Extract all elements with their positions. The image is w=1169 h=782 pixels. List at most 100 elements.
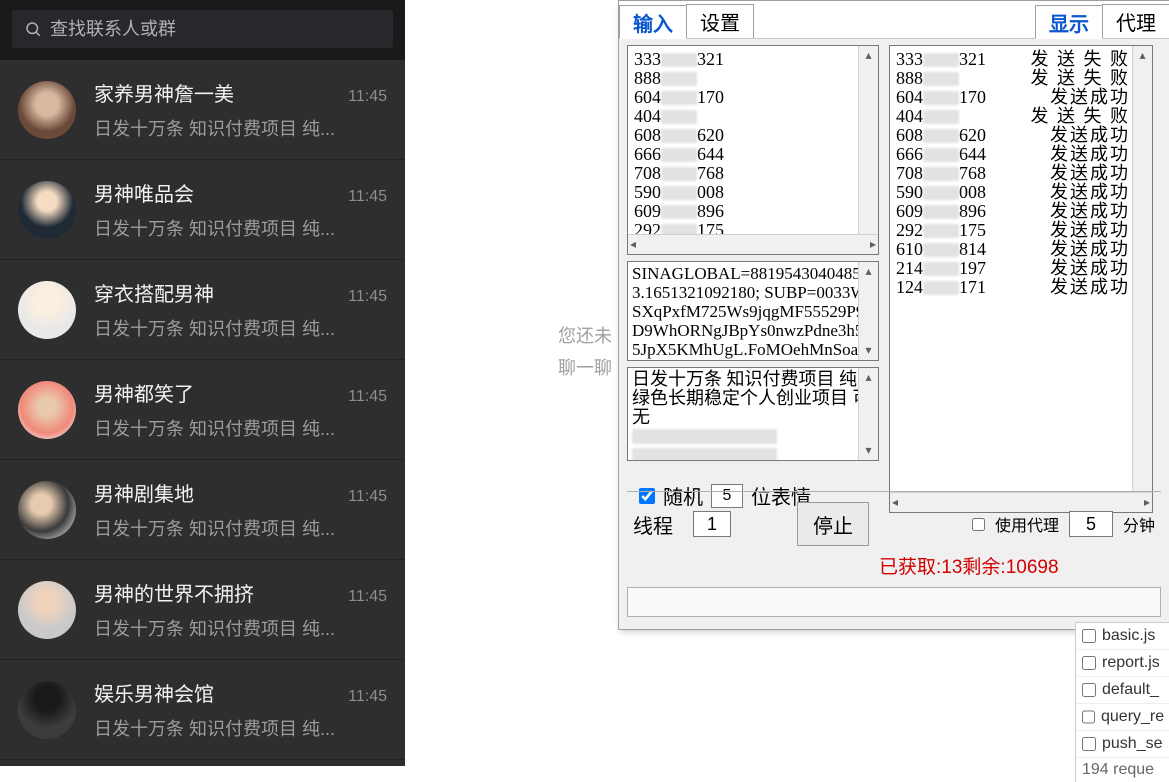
file-checkbox[interactable] [1082, 683, 1096, 697]
cookie-panel[interactable]: SINAGLOBAL=8819543040485.03.165132109218… [627, 261, 879, 361]
stop-button[interactable]: 停止 [797, 502, 869, 546]
use-proxy-checkbox[interactable] [972, 518, 985, 531]
id-line: 604170 [634, 88, 872, 107]
result-line: 604170发送成功!! [896, 88, 1146, 107]
contact-item[interactable]: 娱乐男神会馆11:45日发十万条 知识付费项目 纯... [0, 660, 405, 760]
result-line: 333321发 送 失 败!! [896, 50, 1146, 69]
proxy-minutes-input[interactable] [1069, 511, 1113, 537]
file-footer: 194 reque [1076, 758, 1169, 782]
chevron-up-icon[interactable]: ▴ [865, 264, 871, 279]
tab-left[interactable]: 输入 [619, 5, 687, 39]
chevron-down-icon[interactable]: ▾ [865, 343, 871, 358]
blurred-digits [923, 262, 959, 276]
cookie-text: SINAGLOBAL=8819543040485.03.165132109218… [628, 262, 878, 361]
result-panel[interactable]: 333321发 送 失 败!!888发 送 失 败!!604170发送成功!!4… [889, 45, 1153, 513]
tab-right[interactable]: 显示 [1035, 5, 1103, 39]
file-checkbox[interactable] [1082, 737, 1096, 751]
id-line: 888 [634, 69, 872, 88]
scrollbar-vertical[interactable]: ▴ ▾ [858, 46, 878, 254]
blurred-digits [923, 167, 959, 181]
chevron-up-icon[interactable]: ▴ [865, 370, 871, 385]
file-checkbox[interactable] [1082, 629, 1096, 643]
tab-right[interactable]: 代理 [1102, 4, 1169, 38]
blurred-digits [661, 72, 697, 86]
blurred-digits [923, 243, 959, 257]
result-line: 214197发送成功!! [896, 259, 1146, 278]
label: 使用代理 [995, 512, 1059, 536]
file-checkbox[interactable] [1082, 656, 1096, 670]
blurred-digits [661, 110, 697, 124]
file-item[interactable]: push_se [1076, 731, 1169, 758]
id-line: 708768 [634, 164, 872, 183]
search-input[interactable] [50, 19, 381, 40]
chevron-right-icon[interactable]: ▸ [870, 237, 876, 252]
blurred-digits [923, 224, 959, 238]
contact-time: 11:45 [348, 488, 387, 506]
file-item[interactable]: query_re [1076, 704, 1169, 731]
contact-time: 11:45 [348, 188, 387, 206]
blurred-digits [661, 53, 697, 67]
status-count: 已获取:13剩余:10698 [627, 548, 1161, 587]
tab-group-left: 输入设置 [619, 0, 753, 38]
file-name: report.js [1102, 654, 1160, 672]
contact-item[interactable]: 男神都笑了11:45日发十万条 知识付费项目 纯... [0, 360, 405, 460]
contact-preview: 日发十万条 知识付费项目 纯... [94, 115, 387, 141]
chevron-up-icon[interactable]: ▴ [1139, 48, 1145, 63]
search-bar[interactable] [12, 10, 393, 48]
tool-footer: 线程 停止 使用代理 分钟 已获取:13剩余:10698 [627, 491, 1161, 617]
contact-time: 11:45 [348, 288, 387, 306]
id-line: 404 [634, 107, 872, 126]
message-text: 日发十万条 知识付费项目 纯绿色长期稳定个人创业项目 可无 [632, 369, 871, 427]
contact-preview: 日发十万条 知识付费项目 纯... [94, 615, 387, 641]
chevron-down-icon[interactable]: ▾ [865, 443, 871, 458]
chevron-up-icon[interactable]: ▴ [865, 48, 871, 63]
thread-input[interactable] [693, 511, 731, 537]
contact-preview: 日发十万条 知识付费项目 纯... [94, 315, 387, 341]
result-line: 610814发送成功!! [896, 240, 1146, 259]
contact-item[interactable]: 男神剧集地11:45日发十万条 知识付费项目 纯... [0, 460, 405, 560]
file-name: query_re [1101, 708, 1164, 726]
tab-left[interactable]: 设置 [686, 4, 754, 38]
chat-sidebar: 家养男神詹一美11:45日发十万条 知识付费项目 纯...男神唯品会11:45日… [0, 0, 405, 766]
scrollbar-horizontal[interactable]: ◂ ▸ [628, 234, 878, 254]
send-status: 发 送 失 败!! [1031, 107, 1147, 126]
file-item[interactable]: default_ [1076, 677, 1169, 704]
file-item[interactable]: basic.js [1076, 623, 1169, 650]
contact-name: 男神剧集地 [94, 478, 194, 507]
contact-time: 11:45 [348, 88, 387, 106]
contact-name: 男神唯品会 [94, 178, 194, 207]
scrollbar-vertical[interactable]: ▴ ▾ [858, 368, 878, 460]
chevron-left-icon[interactable]: ◂ [630, 237, 636, 252]
scrollbar-vertical[interactable]: ▴ ▾ [858, 262, 878, 360]
avatar [18, 181, 76, 239]
blurred-digits [923, 148, 959, 162]
contact-list: 家养男神詹一美11:45日发十万条 知识付费项目 纯...男神唯品会11:45日… [0, 60, 405, 760]
avatar [18, 81, 76, 139]
proxy-group: 使用代理 分钟 [972, 511, 1155, 537]
blurred-digits [923, 72, 959, 86]
file-checkbox[interactable] [1082, 710, 1095, 724]
id-line: 608620 [634, 126, 872, 145]
contact-name: 穿衣搭配男神 [94, 278, 214, 307]
blurred-digits [923, 53, 959, 67]
file-item[interactable]: report.js [1076, 650, 1169, 677]
contact-time: 11:45 [348, 688, 387, 706]
contact-item[interactable]: 男神唯品会11:45日发十万条 知识付费项目 纯... [0, 160, 405, 260]
contact-item[interactable]: 穿衣搭配男神 11:45 日发十万条 知识付费项目 纯... [0, 260, 405, 360]
tab-group-right: 显示代理 [1035, 0, 1169, 38]
hint-line: 聊一聊 [558, 352, 612, 384]
blurred-digits [923, 281, 959, 295]
blurred-digits [661, 148, 697, 162]
message-panel[interactable]: 日发十万条 知识付费项目 纯绿色长期稳定个人创业项目 可无 ▴ ▾ [627, 367, 879, 461]
contact-item[interactable]: 男神的世界不拥挤11:45日发十万条 知识付费项目 纯... [0, 560, 405, 660]
avatar [18, 281, 76, 339]
empty-chat-hint: 您还未 聊一聊 [558, 320, 612, 384]
contact-item[interactable]: 家养男神詹一美11:45日发十万条 知识付费项目 纯... [0, 60, 405, 160]
contact-preview: 日发十万条 知识付费项目 纯... [94, 415, 387, 441]
blurred-digits [923, 205, 959, 219]
scrollbar-vertical[interactable]: ▴ ▾ [1132, 46, 1152, 512]
id-input-panel[interactable]: 3333218886041704046086206666447087685900… [627, 45, 879, 255]
blurred-digits [661, 205, 697, 219]
file-name: default_ [1102, 681, 1159, 699]
blurred-digits [923, 186, 959, 200]
